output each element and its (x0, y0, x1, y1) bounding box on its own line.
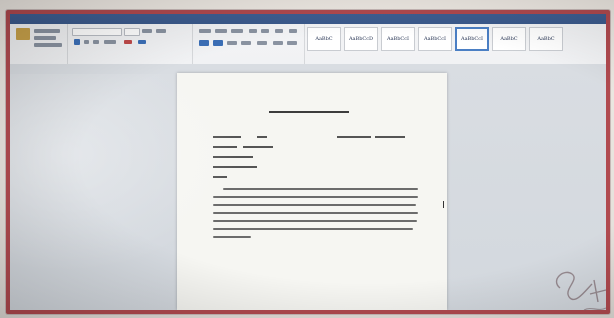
menu-bar (10, 14, 606, 24)
photo: AaBbC AaBbCcD AaBbCcI AaBbCcI AaBbCcI Aa… (0, 0, 614, 318)
strikethrough-icon[interactable] (104, 40, 116, 44)
bold-icon[interactable] (74, 39, 80, 45)
editing-group (566, 24, 606, 64)
style-emphasis[interactable]: AaBbC (529, 27, 563, 51)
style-no-spacing[interactable]: AaBbCcD (344, 27, 378, 51)
format-painter-icon[interactable] (34, 43, 62, 47)
screen-frame: AaBbC AaBbCcD AaBbCcI AaBbCcI AaBbCcI Aa… (6, 10, 610, 314)
text-mark (213, 176, 227, 178)
text-mark (213, 195, 418, 198)
document-page[interactable] (177, 73, 447, 310)
style-sample: AaBbCcD (348, 36, 374, 42)
numbering-icon[interactable] (215, 29, 227, 33)
style-subtitle[interactable]: AaBbC (492, 27, 526, 51)
document-area (10, 64, 606, 310)
text-mark (337, 136, 371, 138)
align-right-icon[interactable] (227, 41, 237, 45)
style-heading-2[interactable]: AaBbCcI (418, 27, 452, 51)
style-sample: AaBbCcI (460, 36, 484, 42)
style-selected[interactable]: AaBbCcI (455, 27, 489, 51)
italic-icon[interactable] (84, 40, 89, 44)
borders-icon[interactable] (287, 41, 297, 45)
text-mark (213, 166, 257, 168)
style-sample: AaBbCcI (386, 36, 410, 42)
text-mark (213, 156, 253, 158)
style-sample: AaBbC (315, 36, 333, 42)
multilevel-list-icon[interactable] (231, 29, 243, 33)
highlight-icon[interactable] (138, 40, 146, 44)
text-mark (223, 188, 418, 190)
text-mark (213, 146, 237, 148)
clipboard-group (10, 24, 68, 64)
font-size-select[interactable] (124, 28, 140, 36)
ribbon-tools: AaBbC AaBbCcD AaBbCcI AaBbCcI AaBbCcI Aa… (10, 24, 606, 64)
underline-icon[interactable] (93, 40, 99, 44)
ribbon: AaBbC AaBbCcD AaBbCcI AaBbCcI AaBbCcI Aa… (10, 14, 606, 64)
text-mark (243, 146, 273, 148)
text-mark (257, 136, 267, 138)
text-mark (213, 211, 418, 214)
line-spacing-icon[interactable] (257, 41, 267, 45)
cut-icon[interactable] (34, 29, 60, 33)
grow-font-icon[interactable] (142, 29, 152, 33)
align-center-icon[interactable] (213, 40, 223, 46)
text-mark (213, 136, 241, 138)
text-mark (213, 235, 251, 238)
shading-icon[interactable] (273, 41, 283, 45)
font-group (68, 24, 193, 64)
copy-icon[interactable] (34, 36, 56, 40)
style-sample: AaBbC (537, 36, 555, 42)
styles-gallery: AaBbC AaBbCcD AaBbCcI AaBbCcI AaBbCcI Aa… (307, 27, 563, 51)
decrease-indent-icon[interactable] (249, 29, 257, 33)
text-mark (213, 219, 417, 222)
text-cursor (443, 201, 444, 208)
text-mark (213, 227, 413, 230)
font-color-icon[interactable] (124, 40, 132, 44)
body-paragraph (213, 188, 418, 244)
align-left-icon[interactable] (199, 40, 209, 46)
sort-icon[interactable] (275, 29, 283, 33)
style-normal[interactable]: AaBbC (307, 27, 341, 51)
style-sample: AaBbCcI (423, 36, 447, 42)
paste-icon[interactable] (16, 28, 30, 40)
increase-indent-icon[interactable] (261, 29, 269, 33)
show-marks-icon[interactable] (289, 29, 297, 33)
justify-icon[interactable] (241, 41, 251, 45)
paragraph-group (193, 24, 305, 64)
font-name-select[interactable] (72, 28, 122, 36)
bullets-icon[interactable] (199, 29, 211, 33)
handwritten-mark (555, 271, 607, 311)
text-mark (213, 203, 416, 206)
title-text-mark (269, 111, 349, 113)
style-sample: AaBbC (500, 36, 518, 42)
style-heading-1[interactable]: AaBbCcI (381, 27, 415, 51)
shrink-font-icon[interactable] (156, 29, 166, 33)
text-mark (375, 136, 405, 138)
